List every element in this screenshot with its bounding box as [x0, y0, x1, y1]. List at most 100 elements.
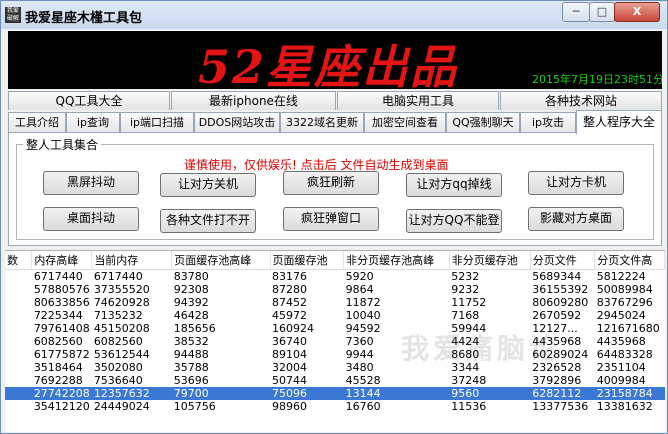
table-cell: 3480 — [345, 361, 374, 374]
table-cell: 37355520 — [93, 283, 150, 296]
files-wont-open-button[interactable]: 各种文件打不开 — [160, 209, 256, 233]
table-cell: 6717440 — [33, 270, 83, 283]
table-cell: 7225344 — [33, 309, 83, 322]
table-cell: 11752 — [451, 296, 487, 309]
table-row[interactable]: 6082560 6082560 38532 36740 7360 4424 4435968 4… — [5, 335, 665, 348]
table-cell: 83780 — [173, 270, 209, 283]
prank-group: 谨慎使用，仅供娱乐! 点击后 文件自动生成到桌面 黑屏抖动 让对方关机 疯狂刷新… — [16, 144, 654, 240]
table-cell: 13381632 — [596, 400, 653, 413]
table-row[interactable]: 3518464 3502080 35788 32004 3480 3344 2326528 2… — [5, 361, 665, 374]
table-cell: 32004 — [272, 361, 308, 374]
tab-prank-programs[interactable]: 整人程序大全 — [576, 110, 662, 134]
table-row[interactable]: 80633856 74620928 94392 87452 11872 11752 8060… — [5, 296, 665, 309]
table-row[interactable]: 6717440 6717440 83780 83176 5920 5232 5689344 5… — [5, 270, 665, 284]
crazy-refresh-button[interactable]: 疯狂刷新 — [283, 171, 379, 195]
table-row[interactable]: 61775872 53612544 94488 89104 9944 8680 602890… — [5, 348, 665, 361]
table-cell: 94592 — [345, 322, 381, 335]
freeze-target-button[interactable]: 让对方卡机 — [528, 171, 624, 195]
table-cell: 9560 — [449, 387, 531, 400]
table-cell: 35412120 — [33, 400, 90, 413]
table-cell: 12357632 — [91, 387, 172, 400]
app-icon: 我爱破解 — [5, 7, 21, 23]
tab-ip-attack[interactable]: ip攻击 — [520, 112, 576, 132]
table-row[interactable]: 7225344 7135232 46428 45972 10040 7168 2670592… — [5, 309, 665, 322]
table-cell: 105756 — [173, 400, 216, 413]
column-header[interactable]: 非分页缓存池高峰 — [343, 251, 450, 270]
clock-text: 2015年7月19日23时51分4 — [532, 73, 662, 86]
tab-iphone-online[interactable]: 最新iphone在线 — [171, 91, 336, 110]
title-bar[interactable]: 我爱破解 我爱星座木槿工具包 ─ □ X — [1, 1, 667, 29]
process-table: 数 内存高峰 当前内存 页面缓存池高峰 页面缓存池 非分页缓存池高峰 非分页缓存… — [5, 250, 665, 432]
table-cell: 64483328 — [596, 348, 653, 361]
popup-flood-button[interactable]: 疯狂弹窗口 — [283, 207, 379, 231]
table-row[interactable]: 35412120 24449024 105756 98960 16760 11536 133… — [5, 400, 665, 413]
table-cell: 75096 — [270, 387, 344, 400]
table-cell: 89104 — [272, 348, 308, 361]
table-cell: 60289024 — [532, 348, 589, 361]
table-cell: 80633856 — [33, 296, 90, 309]
table-cell: 79700 — [171, 387, 271, 400]
column-header[interactable]: 分页文件高 — [594, 251, 665, 270]
column-header[interactable]: 非分页缓存池 — [449, 251, 531, 270]
tab-pc-tools[interactable]: 电脑实用工具 — [337, 91, 499, 110]
table-cell: 23158784 — [594, 387, 665, 400]
table-cell: 50089984 — [596, 283, 653, 296]
table-cell: 9864 — [345, 283, 374, 296]
table-cell — [5, 374, 32, 387]
tab-encrypted-space[interactable]: 加密空间查看 — [364, 112, 446, 132]
qq-disconnect-button[interactable]: 让对方qq掉线 — [406, 173, 502, 197]
table-cell: 45972 — [272, 309, 308, 322]
table-cell: 83767296 — [596, 296, 653, 309]
table-cell: 3344 — [451, 361, 480, 374]
sub-tab-bar: 工具介绍 ip查询 ip端口扫描 DDOS网站攻击 3322域名更新 加密空间查… — [8, 110, 662, 134]
column-header[interactable]: 内存高峰 — [31, 251, 93, 270]
tab-3322-domain[interactable]: 3322域名更新 — [280, 112, 364, 132]
table-cell: 79761408 — [33, 322, 90, 335]
column-header[interactable]: 页面缓存池 — [270, 251, 345, 270]
column-header[interactable]: 当前内存 — [91, 251, 173, 270]
table-cell: 7135232 — [93, 309, 143, 322]
table-cell: 6082560 — [93, 335, 143, 348]
table-cell: 11536 — [451, 400, 487, 413]
tab-ip-query[interactable]: ip查询 — [66, 112, 120, 132]
table-cell: 92308 — [173, 283, 209, 296]
table-cell: 6717440 — [93, 270, 143, 283]
table-row[interactable]: 27742208 12357632 79700 75096 13144 9560 62821… — [5, 387, 665, 400]
black-screen-shake-button[interactable]: 黑屏抖动 — [43, 171, 139, 195]
table-cell: 5920 — [345, 270, 374, 283]
hide-desktop-button[interactable]: 影藏对方桌面 — [528, 207, 624, 231]
tab-ddos[interactable]: DDOS网站攻击 — [194, 112, 280, 132]
qq-login-block-button[interactable]: 让对方QQ不能登 — [406, 209, 502, 233]
tab-tool-intro[interactable]: 工具介绍 — [8, 112, 66, 132]
table-cell — [5, 335, 32, 348]
table-header: 数 内存高峰 当前内存 页面缓存池高峰 页面缓存池 非分页缓存池高峰 非分页缓存… — [5, 251, 665, 270]
table-cell: 35788 — [173, 361, 209, 374]
table-row[interactable]: 79761408 45150208 185656 160924 94592 59944 12… — [5, 322, 665, 335]
table-cell: 38532 — [173, 335, 209, 348]
table-cell: 4435968 — [532, 335, 582, 348]
minimize-button[interactable]: ─ — [562, 2, 590, 22]
table-cell: 13377536 — [532, 400, 589, 413]
top-tab-bar: QQ工具大全 最新iphone在线 电脑实用工具 各种技术网站 — [8, 91, 662, 111]
tab-tech-sites[interactable]: 各种技术网站 — [500, 91, 662, 110]
table-row[interactable]: 57880576 37355520 92308 87280 9864 9232 361553… — [5, 283, 665, 296]
prank-panel: 谨慎使用，仅供娱乐! 点击后 文件自动生成到桌面 黑屏抖动 让对方关机 疯狂刷新… — [8, 132, 662, 246]
tab-qq-force-chat[interactable]: QQ强制聊天 — [446, 112, 520, 132]
table-cell: 2670592 — [532, 309, 582, 322]
desktop-shake-button[interactable]: 桌面抖动 — [43, 207, 139, 231]
close-button[interactable]: X — [614, 2, 660, 22]
table-cell: 27742208 — [31, 387, 92, 400]
column-header[interactable]: 数 — [5, 251, 33, 270]
tab-qq-tools[interactable]: QQ工具大全 — [8, 91, 170, 110]
table-cell: 4435968 — [596, 335, 646, 348]
column-header[interactable]: 页面缓存池高峰 — [171, 251, 271, 270]
column-header[interactable]: 分页文件 — [530, 251, 596, 270]
table-cell: 98960 — [272, 400, 308, 413]
table-row[interactable]: 7692288 7536640 53696 50744 45528 37248 379289… — [5, 374, 665, 387]
table-cell: 45150208 — [93, 322, 150, 335]
table-cell: 3518464 — [33, 361, 83, 374]
maximize-button[interactable]: □ — [589, 2, 615, 22]
shutdown-target-button[interactable]: 让对方关机 — [160, 173, 256, 197]
tab-port-scan[interactable]: ip端口扫描 — [120, 112, 194, 132]
table-cell: 8680 — [451, 348, 480, 361]
